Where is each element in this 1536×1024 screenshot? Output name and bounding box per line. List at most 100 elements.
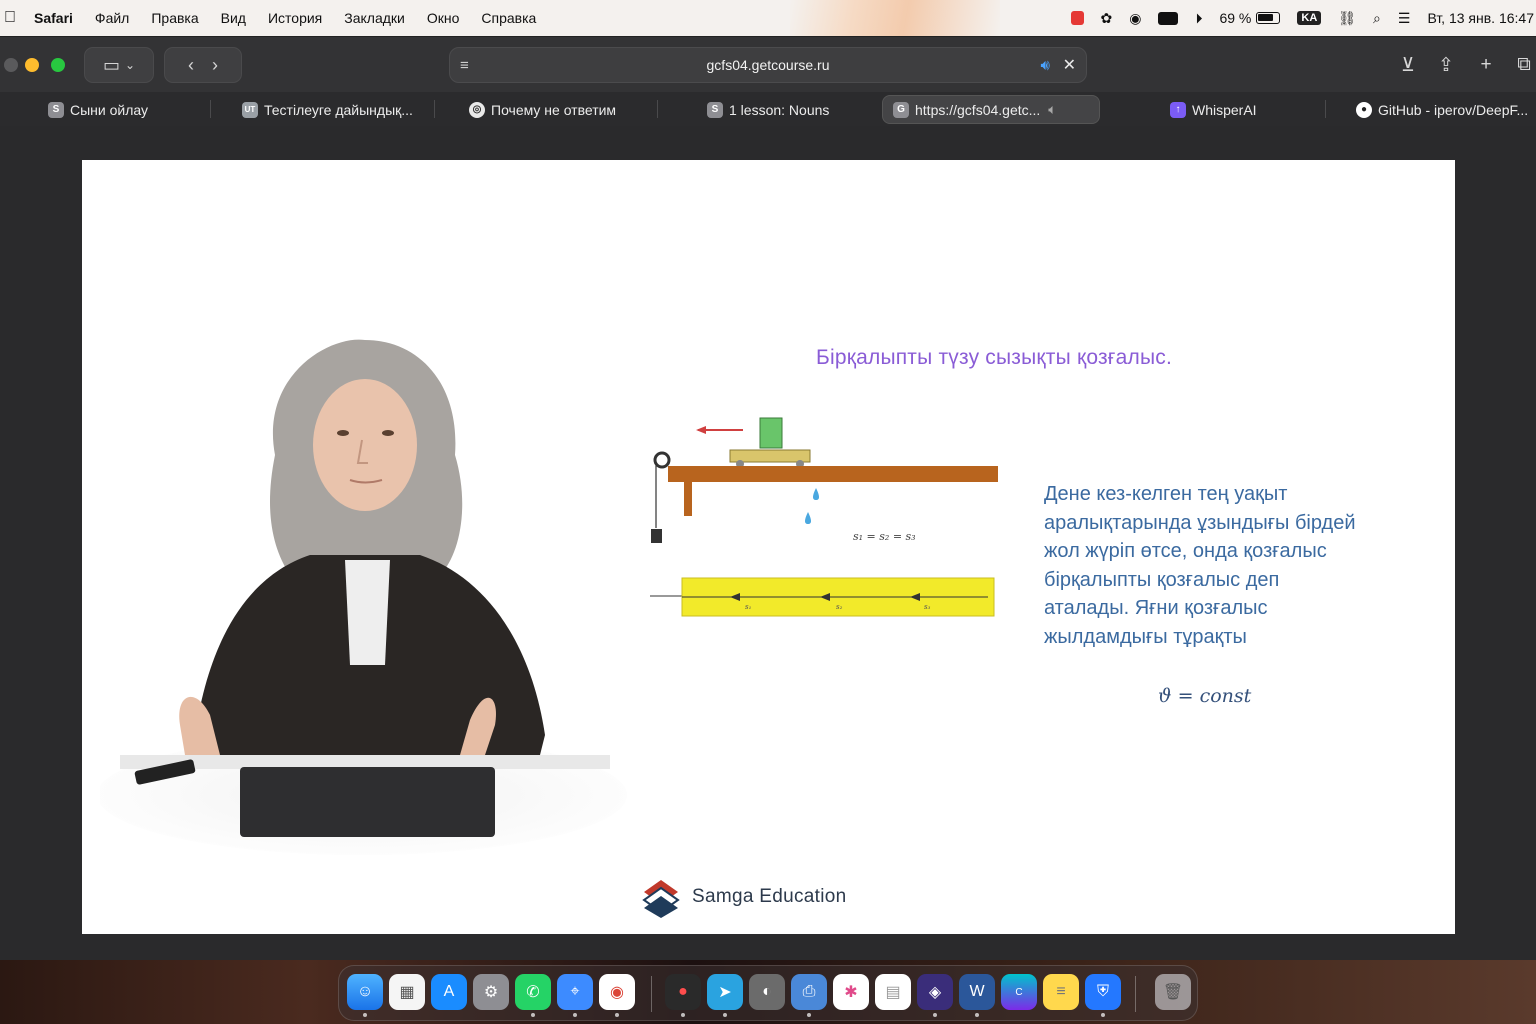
canva-icon[interactable]: C [1001,974,1037,1010]
tab-syni-oilau[interactable]: S Сыни ойлау [48,95,148,124]
address-bar[interactable]: ≡ gcfs04.getcourse.ru 🔊︎ ✕ [449,47,1087,83]
keyboard-layout[interactable]: KA [1297,11,1322,25]
status-area: ✿ ◉ ⏵ 69 % KA ⛓ ⌕ ☰ Вт, 13 янв. 16:47 [1054,0,1536,36]
lock-icon[interactable] [1070,11,1084,25]
dock-separator [651,976,652,1012]
play-icon[interactable]: ⏵ [1195,10,1202,27]
link-icon[interactable]: ⛓ [1338,10,1356,27]
tab-label: WhisperAI [1192,101,1257,118]
security-icon[interactable]: ⛨ [1085,974,1121,1010]
dock-running-indicator [975,1013,979,1017]
presentation-slide: Бірқалыпты түзу сызықты қозғалыс. s₁ = s… [82,160,1455,934]
menu-history[interactable]: История [268,10,322,26]
word-icon[interactable]: W [959,974,995,1010]
dock-running-indicator [933,1013,937,1017]
tab-label: Тестілеуге дайындық... [264,101,413,118]
menu-bar:  Safari Файл Правка Вид История Закладк… [0,0,1536,36]
dock-running-indicator [807,1013,811,1017]
dock-running-indicator [681,1013,685,1017]
dock-separator [1135,976,1136,1012]
system-settings-icon[interactable]: ⚙ [473,974,509,1010]
menu-view[interactable]: Вид [221,10,246,26]
finder-icon[interactable]: ☺ [347,974,383,1010]
whatsapp-icon[interactable]: ✆ [515,974,551,1010]
tab-separator [210,100,211,118]
photo-editor-icon[interactable]: ◐ [749,974,785,1010]
uniform-motion-diagram: s₁ = s₂ = s₃ s₁ s₂ s₃ [650,417,998,617]
vpn-icon[interactable]: ◈ [917,974,953,1010]
sidebar-toggle-button[interactable]: ▭ ⌄ [84,47,154,83]
control-center-icon[interactable]: ☰ [1398,10,1411,27]
search-icon[interactable]: ⌕ [1373,10,1381,27]
tab-lesson-nouns[interactable]: S 1 lesson: Nouns [707,95,829,124]
tab-separator [657,100,658,118]
segment-label-s3: s₃ [924,603,931,611]
segment-label-s1: s₁ [745,603,752,611]
calendar-icon[interactable]: ▤ [875,974,911,1010]
velocity-formula: ϑ = const [1158,685,1252,707]
window-zoom-button[interactable] [51,58,65,72]
menu-window[interactable]: Окно [427,10,460,26]
notes-icon[interactable]: ≡ [1043,974,1079,1010]
tab-favicon-icon: G [893,101,909,118]
tab-label: https://gcfs04.getc... [915,101,1041,118]
menu-help[interactable]: Справка [481,10,536,26]
tab-audio-icon[interactable]: 🔈︎ [1048,101,1056,118]
slide-definition-text: Дене кез-келген тең уақыт аралықтарында … [1044,483,1356,648]
slack-icon[interactable]: ✱ [833,974,869,1010]
window-close-button[interactable] [4,58,18,72]
dock-running-indicator [615,1013,619,1017]
tab-label: Сыни ойлау [70,101,149,118]
tab-testileu[interactable]: UT Тестілеуге дайындық... [242,95,413,124]
tab-favicon-icon: ↑ [1170,101,1186,118]
tab-whisperai[interactable]: ↑ WhisperAI [1170,95,1257,124]
menu-edit[interactable]: Правка [151,10,198,26]
logo-text: Samga Education [692,886,847,907]
menu-file[interactable]: Файл [95,10,129,26]
apps-icon[interactable]: ✿ [1101,10,1113,27]
telegram-icon[interactable]: ➤ [707,974,743,1010]
speaker-icon[interactable]: 🔊︎ [1041,57,1050,74]
web-content: Бірқалыпты түзу сызықты қозғалыс. s₁ = s… [0,126,1536,960]
screen-recorder-icon[interactable]: ● [665,974,701,1010]
tab-overview-icon[interactable]: ⧉ [1508,47,1536,83]
tab-github[interactable]: ● GitHub - iperov/DeepF... [1356,95,1536,124]
trash-icon[interactable]: 🗑︎ [1155,974,1191,1010]
segment-label-s2: s₂ [836,603,843,611]
tab-separator [434,100,435,118]
page-menu-icon[interactable]: ≡ [460,57,469,74]
chrome-icon[interactable]: ◉ [599,974,635,1010]
close-icon[interactable]: ✕ [1063,55,1076,75]
wallpaper-decoration [790,0,1000,36]
back-button[interactable]: ‹ [188,55,194,76]
menu-bookmarks[interactable]: Закладки [344,10,405,26]
apple-icon[interactable]:  [4,9,20,27]
new-tab-button[interactable]: + [1470,47,1502,83]
battery-text: 69 % [1219,10,1252,26]
menu-app-safari[interactable]: Safari [34,10,73,26]
forward-button[interactable]: › [212,55,218,76]
printer-icon[interactable]: ⎙ [791,974,827,1010]
safari-icon[interactable]: ⌖ [557,974,593,1010]
download-icon[interactable]: ⊻ [1392,47,1424,83]
share-icon[interactable]: ⇪ [1430,47,1462,83]
launchpad-icon[interactable]: ▦ [389,974,425,1010]
video-icon[interactable] [1158,11,1179,25]
safari-toolbar: ▭ ⌄ ‹ › ≡ gcfs04.getcourse.ru 🔊︎ ✕ ⊻ ⇪ +… [0,36,1536,92]
battery-status[interactable]: 69 % [1219,10,1281,26]
github-icon: ● [1356,101,1372,118]
battery-icon [1256,12,1281,24]
tab-label: GitHub - iperov/DeepF... [1378,101,1529,118]
arrow-left-icon [696,426,706,434]
tab-getcourse-active[interactable]: Ghttps://gcfs04.getc... 🔈︎ [882,95,1100,124]
window-minimize-button[interactable] [25,58,39,72]
samga-logo: Samga Education [640,876,847,918]
timer-icon[interactable]: ◉ [1129,10,1141,27]
tab-pochemu[interactable]: ◎ Почему не ответим [469,95,616,124]
clock[interactable]: Вт, 13 янв. 16:47 [1427,10,1534,26]
tab-label: 1 lesson: Nouns [729,101,830,118]
samga-logo-icon [642,880,680,918]
tab-label: Почему не ответим [491,101,617,118]
slide-title: Бірқалыпты түзу сызықты қозғалыс. [816,346,1173,369]
app-store-icon[interactable]: A [431,974,467,1010]
